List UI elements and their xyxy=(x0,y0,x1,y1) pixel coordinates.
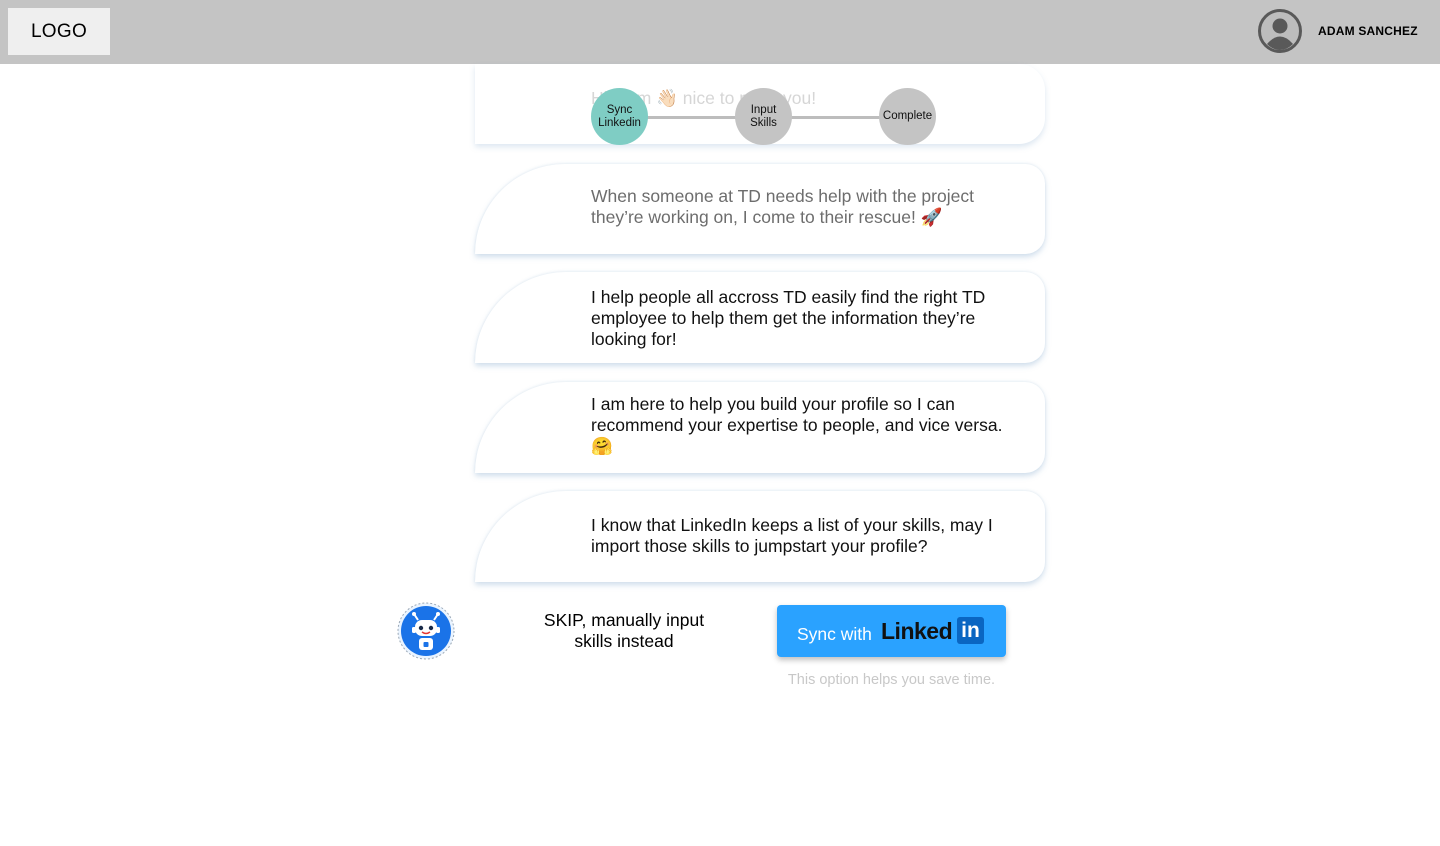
user-avatar-icon[interactable] xyxy=(1258,9,1302,53)
robot-icon xyxy=(396,601,456,661)
username[interactable]: ADAM SANCHEZ xyxy=(1318,24,1418,38)
message-text: When someone at TD needs help with the p… xyxy=(591,186,974,227)
step-complete[interactable]: Complete xyxy=(879,88,936,145)
linkedin-icon: in xyxy=(957,617,984,644)
chat-bubble: I help people all accross TD easily find… xyxy=(475,272,1045,363)
progress-stepper: Sync Linkedin Input Skills Complete xyxy=(590,88,936,146)
linkedin-logo-text: Linked xyxy=(881,618,953,644)
step-label: Sync Linkedin xyxy=(598,103,641,129)
step-sync-linkedin[interactable]: Sync Linkedin xyxy=(591,88,648,145)
step-input-skills[interactable]: Input Skills xyxy=(735,88,792,145)
chat-bubble: When someone at TD needs help with the p… xyxy=(475,164,1045,254)
step-label: Input Skills xyxy=(750,103,777,129)
message-text: I know that LinkedIn keeps a list of you… xyxy=(591,515,993,556)
step-label: Complete xyxy=(882,110,933,122)
sync-linkedin-button[interactable]: Sync with Linked in xyxy=(777,605,1006,657)
top-bar: LOGO ADAM SANCHEZ xyxy=(0,0,1440,64)
chat-bubble: I am here to help you build your profile… xyxy=(475,382,1045,473)
sync-hint: This option helps you save time. xyxy=(787,672,996,688)
logo[interactable]: LOGO xyxy=(8,8,110,55)
message-text: I help people all accross TD easily find… xyxy=(591,287,986,349)
message-text: I am here to help you build your profile… xyxy=(591,394,1003,456)
skip-link[interactable]: SKIP, manually input skills instead xyxy=(540,610,708,652)
stepper-connector xyxy=(640,116,740,119)
stepper-connector xyxy=(786,116,886,119)
chat-bubble: I know that LinkedIn keeps a list of you… xyxy=(475,491,1045,582)
sync-label: Sync with xyxy=(797,624,872,644)
